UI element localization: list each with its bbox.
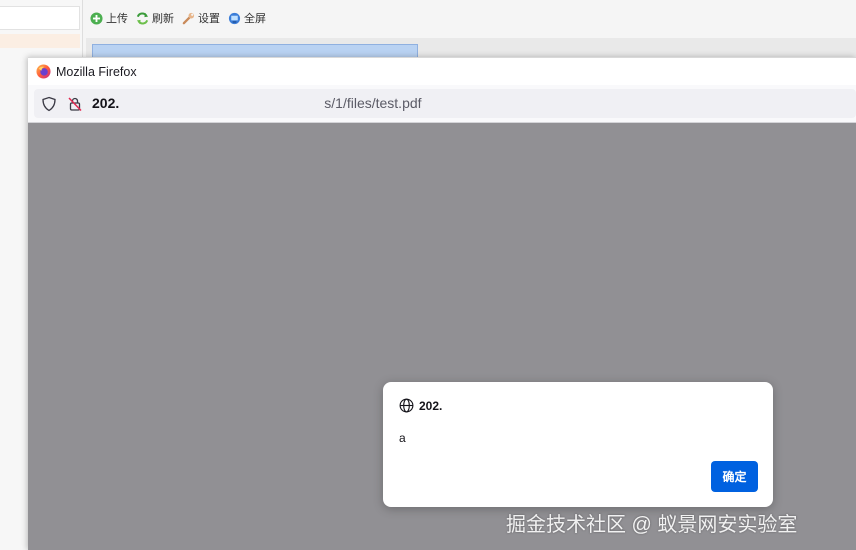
settings-button[interactable]: 设置 — [182, 10, 220, 26]
firefox-popup-window: Mozilla Firefox 202. s/1/files/test.pdf — [28, 57, 856, 550]
insecure-lock-icon[interactable] — [67, 96, 83, 112]
fullscreen-label: 全屏 — [244, 13, 266, 25]
fullscreen-button[interactable]: 全屏 — [228, 10, 266, 26]
window-titlebar[interactable]: Mozilla Firefox — [28, 57, 856, 85]
left-search-field[interactable] — [0, 6, 80, 30]
navigation-bar: 202. s/1/files/test.pdf — [28, 85, 856, 123]
window-title: Mozilla Firefox — [56, 64, 137, 79]
upload-label: 上传 — [106, 13, 128, 25]
globe-icon — [399, 398, 414, 413]
refresh-button[interactable]: 刷新 — [136, 10, 174, 26]
selected-file-row[interactable] — [92, 44, 418, 58]
refresh-icon — [136, 12, 149, 24]
watermark-text: 掘金技术社区 @ 蚁景网安实验室 — [506, 514, 798, 536]
url-host-tail: 2. — [107, 95, 120, 112]
file-toolbar: 上传 刷新 设置 全屏 — [90, 6, 274, 30]
redacted-region — [119, 98, 324, 112]
url-bar[interactable]: 202. s/1/files/test.pdf — [34, 89, 856, 118]
url-host: 20 — [92, 95, 108, 112]
url-text[interactable]: 202. s/1/files/test.pdf — [92, 95, 422, 111]
wrench-icon — [182, 12, 195, 24]
refresh-label: 刷新 — [152, 13, 174, 25]
left-highlight-row[interactable] — [0, 34, 80, 48]
dialog-message: a — [399, 431, 406, 445]
dialog-origin: 202. — [419, 398, 443, 413]
settings-label: 设置 — [198, 13, 220, 25]
firefox-logo-icon — [36, 64, 51, 79]
ok-button[interactable]: 确定 — [711, 461, 758, 492]
dialog-header: 202. — [399, 398, 442, 413]
url-path: s/1/files/test.pdf — [324, 95, 422, 112]
monitor-icon — [228, 12, 241, 24]
upload-button[interactable]: 上传 — [90, 10, 128, 26]
add-circle-icon — [90, 11, 103, 25]
alert-dialog: 202. a 确定 — [383, 382, 773, 507]
shield-icon[interactable] — [41, 96, 57, 112]
